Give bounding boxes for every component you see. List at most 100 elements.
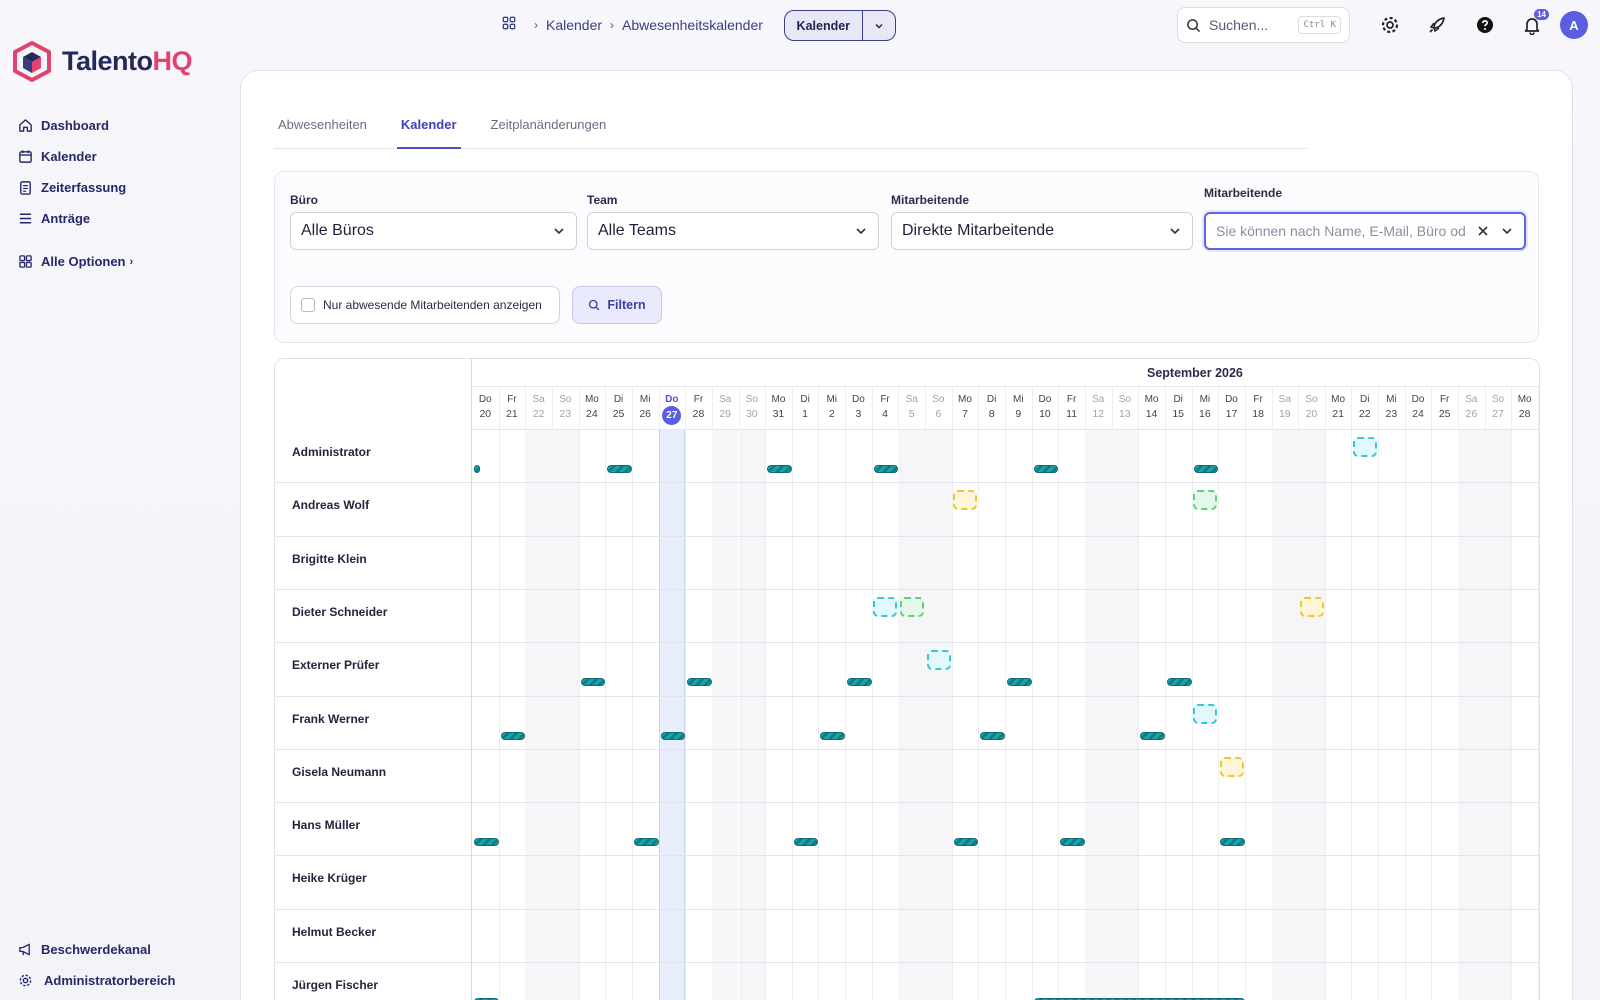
- checkbox-box[interactable]: [301, 298, 315, 312]
- weekend-column: [1084, 429, 1112, 1000]
- pending-absence-green[interactable]: [899, 596, 924, 617]
- weekend-column: [738, 429, 766, 1000]
- chevron-down-icon[interactable]: [1500, 224, 1514, 238]
- day-number: 1: [802, 408, 809, 420]
- tab-kalender[interactable]: Kalender: [396, 115, 461, 149]
- sidebar-item-all-options[interactable]: Alle Optionen ›: [16, 246, 226, 277]
- pending-absence-yellow[interactable]: [1299, 596, 1324, 617]
- pending-absence-cyan[interactable]: [1193, 703, 1218, 724]
- employee-name[interactable]: Brigitte Klein: [292, 552, 367, 566]
- absence-bar[interactable]: [633, 838, 659, 847]
- sidebar-item-beschwerdekanal[interactable]: Beschwerdekanal: [16, 934, 226, 965]
- breadcrumb: › Kalender › Abwesenheitskalender: [502, 16, 763, 33]
- absence-bar[interactable]: [873, 465, 899, 473]
- absence-bar[interactable]: [953, 838, 979, 847]
- absence-bar[interactable]: [474, 838, 499, 847]
- absence-bar[interactable]: [500, 731, 526, 740]
- help-icon[interactable]: [1474, 14, 1496, 36]
- employee-name[interactable]: Gisela Neumann: [292, 765, 386, 779]
- employee-search-input[interactable]: [1216, 223, 1466, 239]
- view-button[interactable]: Kalender: [785, 19, 862, 33]
- absence-bar[interactable]: [474, 465, 480, 473]
- sidebar-item-dashboard[interactable]: Dashboard: [16, 110, 226, 141]
- office-select[interactable]: Alle Büros: [290, 212, 577, 250]
- day-number: 24: [1412, 408, 1424, 420]
- absence-bar[interactable]: [607, 465, 632, 473]
- day-number: 12: [1092, 408, 1105, 420]
- day-header: Fr 18: [1245, 387, 1272, 429]
- pending-absence-cyan[interactable]: [873, 596, 898, 617]
- day-number: 23: [1385, 408, 1398, 420]
- day-weekday: Fr: [507, 394, 517, 405]
- filter-button[interactable]: Filtern: [572, 286, 662, 324]
- absence-bar[interactable]: [1193, 465, 1219, 473]
- day-header: Sa 5: [898, 387, 925, 429]
- absence-bar[interactable]: [1060, 838, 1085, 847]
- absence-bar[interactable]: [687, 678, 712, 687]
- day-header: So 27: [1485, 387, 1512, 429]
- pending-absence-cyan[interactable]: [1352, 437, 1377, 457]
- rocket-icon[interactable]: [1426, 14, 1448, 36]
- absence-bar[interactable]: [580, 678, 606, 687]
- day-header: Mo 14: [1138, 387, 1165, 429]
- employee-name[interactable]: Heike Krüger: [292, 871, 367, 885]
- day-header: So 13: [1112, 387, 1139, 429]
- pending-absence-cyan[interactable]: [926, 650, 951, 671]
- global-search[interactable]: Suchen... Ctrl K: [1177, 7, 1350, 43]
- only-absent-checkbox[interactable]: Nur abwesende Mitarbeitenden anzeigen: [290, 286, 560, 324]
- user-avatar[interactable]: A: [1560, 11, 1588, 39]
- absence-bar[interactable]: [847, 678, 872, 687]
- sidebar-item-zeiterfassung[interactable]: Zeiterfassung: [16, 172, 226, 203]
- absence-bar[interactable]: [767, 465, 792, 473]
- tab-zeitplanaenderungen[interactable]: Zeitplanänderungen: [487, 115, 611, 149]
- employee-name[interactable]: Helmut Becker: [292, 925, 376, 939]
- pending-absence-yellow[interactable]: [953, 490, 978, 511]
- chevron-right-icon: ›: [610, 17, 615, 32]
- employee-name[interactable]: Administrator: [292, 445, 371, 459]
- absence-bar[interactable]: [1220, 838, 1245, 847]
- absence-bar[interactable]: [1140, 731, 1165, 740]
- pending-absence-yellow[interactable]: [1219, 756, 1244, 777]
- day-number: 23: [559, 408, 572, 420]
- absence-bar[interactable]: [820, 731, 846, 740]
- settings-gear-icon[interactable]: [1379, 14, 1401, 36]
- tab-abwesenheiten[interactable]: Abwesenheiten: [274, 115, 371, 149]
- apps-grid-icon[interactable]: [502, 16, 516, 33]
- employee-name[interactable]: Hans Müller: [292, 818, 360, 832]
- view-dropdown-button[interactable]: [861, 11, 895, 40]
- employee-name[interactable]: Andreas Wolf: [292, 498, 369, 512]
- breadcrumb-kalender[interactable]: Kalender: [546, 17, 602, 33]
- employees-select[interactable]: Direkte Mitarbeitende: [891, 212, 1193, 250]
- team-select[interactable]: Alle Teams: [587, 212, 879, 250]
- employee-search-combobox[interactable]: [1204, 212, 1526, 250]
- clear-x-icon[interactable]: [1476, 224, 1490, 238]
- gear-icon: [16, 972, 34, 990]
- office-filter-label: Büro: [290, 193, 318, 207]
- pending-absence-green[interactable]: [1193, 490, 1218, 511]
- absence-bar[interactable]: [1007, 678, 1032, 687]
- sidebar-item-antraege[interactable]: Anträge: [16, 203, 226, 234]
- absence-bar[interactable]: [660, 731, 686, 740]
- absence-bar[interactable]: [1033, 465, 1059, 473]
- filter-button-label: Filtern: [607, 298, 646, 312]
- day-number: 30: [745, 408, 758, 420]
- employee-name[interactable]: Dieter Schneider: [292, 605, 387, 619]
- notification-bell-icon[interactable]: 14: [1521, 9, 1549, 36]
- absence-bar[interactable]: [1166, 678, 1192, 687]
- day-number: 27: [1492, 408, 1504, 420]
- absence-bar[interactable]: [980, 731, 1005, 740]
- sidebar-item-kalender[interactable]: Kalender: [16, 141, 226, 172]
- employee-name[interactable]: Frank Werner: [292, 712, 369, 726]
- sidebar-item-administratorbereich[interactable]: Administratorbereich: [16, 965, 226, 996]
- search-icon: [589, 299, 600, 311]
- day-weekday: So: [745, 394, 758, 405]
- employee-name[interactable]: Jürgen Fischer: [292, 978, 378, 992]
- absence-bar[interactable]: [793, 838, 819, 847]
- day-weekday: So: [1305, 394, 1318, 405]
- tab-bar: Abwesenheiten Kalender Zeitplanänderunge…: [274, 115, 1307, 149]
- employee-name[interactable]: Externer Prüfer: [292, 658, 379, 672]
- employees-select-value: Direkte Mitarbeitende: [902, 222, 1055, 239]
- day-number: 6: [935, 408, 942, 420]
- day-weekday: So: [1118, 394, 1131, 405]
- day-header: Mo 21: [1325, 387, 1352, 429]
